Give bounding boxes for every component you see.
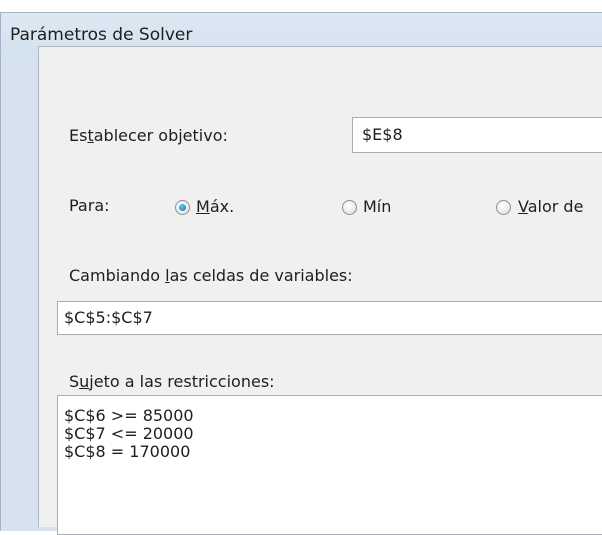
radio-value-of[interactable]	[496, 200, 511, 215]
variables-value: $C$5:$C$7	[64, 308, 153, 327]
constraint-item[interactable]: $C$8 = 170000	[64, 443, 602, 461]
radio-max-text: áx.	[209, 197, 235, 216]
radio-max-accel: M	[196, 197, 210, 216]
radio-max[interactable]	[175, 200, 190, 215]
window-title: Parámetros de Solver	[10, 25, 193, 45]
constraints-label-accel: u	[79, 372, 90, 391]
constraints-label: Sujeto a las restricciones:	[69, 372, 275, 391]
constraint-item[interactable]: $C$6 >= 85000	[64, 407, 602, 425]
variables-input[interactable]: $C$5:$C$7	[57, 301, 602, 335]
variables-label: Cambiando las celdas de variables:	[69, 266, 353, 285]
constraint-item[interactable]: $C$7 <= 20000	[64, 425, 602, 443]
radio-min[interactable]	[342, 200, 357, 215]
variables-label-post: as celdas de variables:	[169, 266, 353, 285]
constraints-label-post: jeto a las restricciones:	[89, 372, 275, 391]
variables-label-pre: Cambiando	[69, 266, 166, 285]
radio-value-of-label[interactable]: Valor de	[518, 197, 583, 216]
objective-label-pre: Es	[69, 126, 88, 145]
constraints-list[interactable]: $C$6 >= 85000 $C$7 <= 20000 $C$8 = 17000…	[57, 395, 602, 535]
objective-label-post: ablecer objetivo:	[93, 126, 228, 145]
to-label: Para:	[69, 196, 110, 215]
objective-label: Establecer objetivo:	[69, 126, 228, 145]
objective-input[interactable]: $E$8	[352, 117, 602, 153]
radio-max-label[interactable]: Máx.	[196, 197, 234, 216]
radio-max-selected-dot	[179, 204, 186, 211]
constraints-label-pre: S	[69, 372, 80, 391]
radio-value-of-text: alor de	[527, 197, 584, 216]
radio-min-label[interactable]: Mín	[363, 197, 391, 216]
radio-value-of-accel: V	[518, 197, 528, 216]
objective-value: $E$8	[362, 125, 403, 144]
